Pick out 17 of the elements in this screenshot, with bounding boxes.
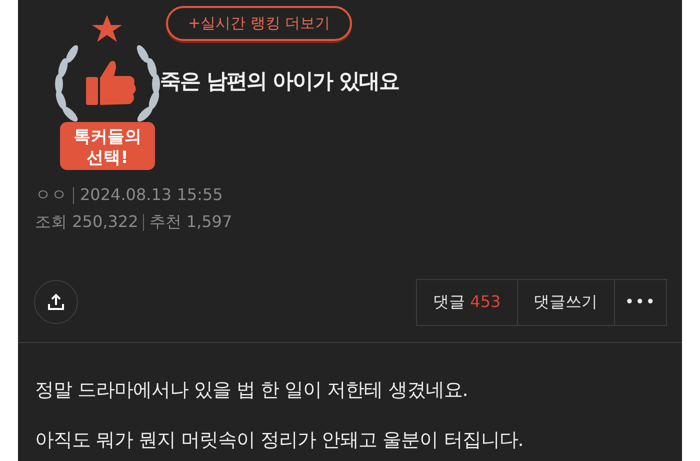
views-label: 조회 [35, 212, 67, 231]
views-count: 250,322 [72, 212, 138, 231]
ranking-link[interactable]: +실시간 랭킹 더보기 [166, 6, 352, 41]
post-title: 죽은 남편의 아이가 있대요 [160, 68, 399, 95]
write-comment-button[interactable]: 댓글쓰기 [516, 278, 615, 326]
share-button[interactable] [34, 280, 78, 324]
badge-text: 선택! [86, 148, 128, 168]
body-text: 정말 드라마에서나 있을 법 한 일이 저한테 생겼네요. [35, 378, 469, 403]
likes-label: 추천 [149, 212, 182, 231]
post-date: 2024.08.13 15:55 [80, 185, 223, 204]
more-button[interactable]: ••• [614, 278, 667, 326]
comments-button[interactable]: 댓글 453 [416, 278, 518, 326]
share-icon [47, 293, 65, 311]
author-name: ㅇㅇ [35, 185, 67, 204]
body-text: 아직도 뭐가 뭔지 머릿속이 정리가 안돼고 울분이 터집니다. [35, 428, 524, 453]
likes-count: 1,597 [186, 212, 232, 231]
badge-text: 톡커들의 [74, 127, 142, 147]
